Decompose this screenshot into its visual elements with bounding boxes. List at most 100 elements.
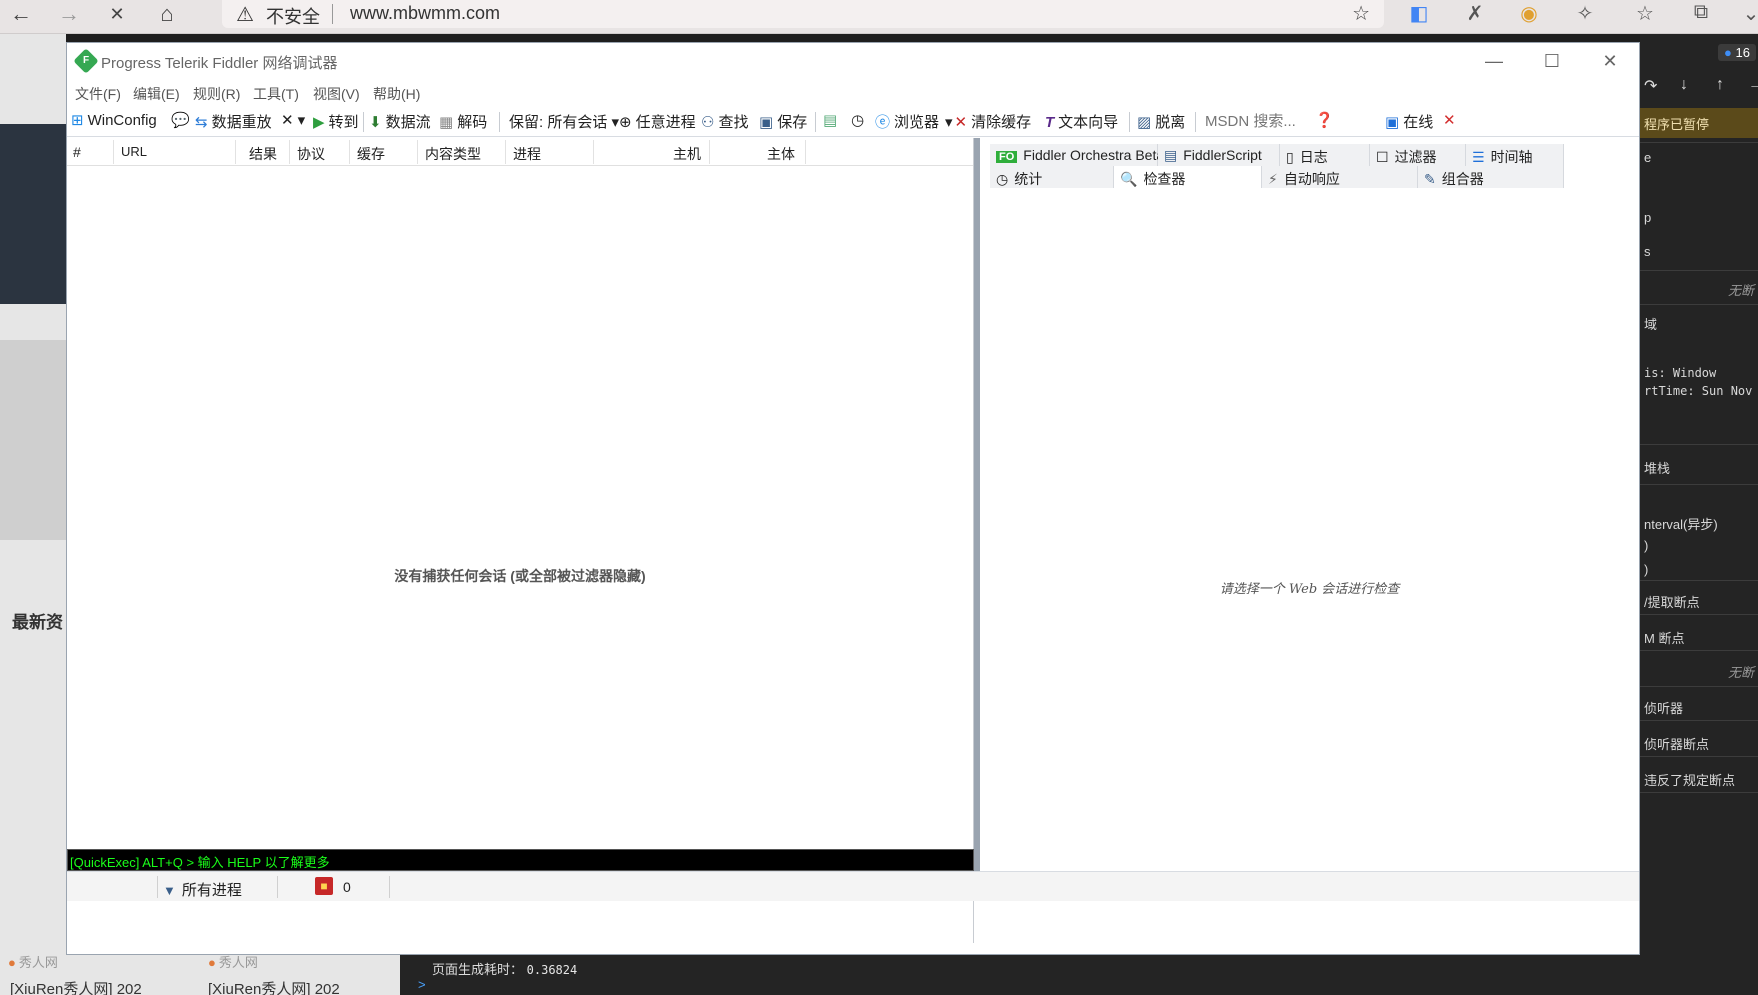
tab-label: 日志	[1299, 149, 1328, 165]
global-listeners-section[interactable]: 侦听器	[1644, 698, 1683, 717]
column-header-host[interactable]: 主机	[673, 144, 701, 164]
online-button[interactable]: ▣ 在线	[1385, 111, 1433, 132]
tab-timeline[interactable]: ☰ 时间轴	[1466, 144, 1564, 166]
more-menu-icon[interactable]: ⌄	[1736, 1, 1758, 26]
menu-rules[interactable]: 规则(R)	[193, 84, 240, 104]
menu-tools[interactable]: 工具(T)	[253, 84, 299, 104]
menu-file[interactable]: 文件(F)	[75, 84, 121, 104]
process-filter-dropdown[interactable]: ▼ 所有进程	[163, 879, 242, 900]
scope-section[interactable]: 域	[1644, 314, 1657, 333]
status-separator	[389, 876, 390, 898]
address-bar[interactable]: ⚠ 不安全 www.mbwmm.com ☆	[222, 0, 1384, 28]
find-button[interactable]: ⚇ 查找	[701, 111, 748, 132]
issues-badge[interactable]: ● 16	[1718, 44, 1756, 61]
csp-violation-breakpoints-section[interactable]: 违反了规定断点	[1644, 770, 1735, 789]
menu-help[interactable]: 帮助(H)	[373, 84, 420, 104]
clear-cache-icon: ✕	[954, 114, 968, 131]
any-process-button[interactable]: ⊕ 任意进程	[619, 111, 696, 132]
step-icon[interactable]: →	[1748, 76, 1758, 94]
menu-edit[interactable]: 编辑(E)	[133, 84, 180, 104]
tab-composer[interactable]: ✎ 组合器	[1418, 166, 1564, 188]
tearoff-button[interactable]: ▨ 脱离	[1137, 111, 1185, 132]
forward-button[interactable]: →	[52, 0, 86, 30]
stream-button[interactable]: ⬇ 数据流	[369, 111, 431, 132]
column-header-number[interactable]: #	[73, 144, 81, 160]
dom-breakpoints-section[interactable]: M 断点	[1644, 628, 1684, 647]
background-image-block	[0, 340, 66, 540]
home-button[interactable]: ⌂	[150, 0, 184, 30]
color-extension-icon[interactable]: ◉	[1514, 1, 1544, 26]
winconfig-button[interactable]: ⊞ WinConfig	[71, 111, 157, 129]
column-header-url[interactable]: URL	[121, 144, 147, 159]
goto-button[interactable]: ▶ 转到	[313, 111, 359, 132]
url-text[interactable]: www.mbwmm.com	[350, 3, 500, 24]
save-button[interactable]: ▣ 保存	[759, 111, 807, 132]
stack-frame[interactable]: )	[1644, 562, 1648, 577]
clear-cache-button[interactable]: ▾ ✕ 清除缓存	[945, 111, 1031, 132]
text-wizard-button[interactable]: T 文本向导	[1045, 111, 1118, 132]
tab-statistics[interactable]: ◷ 统计	[990, 166, 1114, 188]
windows-icon: ⊞	[71, 112, 84, 129]
add-favorite-icon[interactable]: ☆	[1352, 1, 1370, 26]
tab-filters[interactable]: ☐ 过滤器	[1370, 144, 1466, 166]
stack-frame[interactable]: )	[1644, 538, 1648, 553]
tab-label: 统计	[1014, 171, 1043, 187]
column-header-result[interactable]: 结果	[249, 144, 277, 164]
browse-button[interactable]: ⓔ 浏览器	[875, 111, 939, 132]
collections-icon[interactable]: ⧉	[1686, 1, 1716, 24]
help-icon[interactable]: ❓	[1315, 111, 1334, 129]
tab-inspectors[interactable]: 🔍 检查器	[1114, 166, 1262, 188]
call-stack-section[interactable]: 堆栈	[1644, 458, 1670, 477]
close-button[interactable]: ✕	[1581, 43, 1639, 81]
decode-label: 解码	[457, 114, 488, 131]
article-source-label: 秀人网	[18, 955, 58, 970]
column-header-caching[interactable]: 缓存	[357, 144, 385, 164]
comment-icon[interactable]: 💬	[171, 111, 190, 129]
event-listener-breakpoints-section[interactable]: 侦听器断点	[1644, 734, 1709, 753]
timer-icon[interactable]: ◷	[851, 111, 864, 129]
devtools-divider	[1640, 444, 1758, 445]
online-label: 在线	[1403, 114, 1434, 131]
tab-autoresponder[interactable]: ⚡ 自动响应	[1262, 166, 1418, 188]
tab-fiddler-orchestra[interactable]: FO Fiddler Orchestra Beta	[990, 144, 1164, 166]
minimize-button[interactable]: —	[1465, 43, 1523, 81]
article-title-link[interactable]: [XiuRen秀人网] 202	[10, 978, 142, 995]
tab-row-bottom: ◷ 统计 🔍 检查器 ⚡ 自动响应 ✎ 组合器	[980, 166, 1639, 188]
stream-label: 数据流	[385, 114, 431, 131]
column-header-protocol[interactable]: 协议	[297, 144, 325, 164]
step-out-icon[interactable]: ↑	[1716, 76, 1724, 94]
maximize-button[interactable]: ☐	[1523, 43, 1581, 81]
favorites-icon[interactable]: ☆	[1630, 1, 1660, 26]
sessions-list[interactable]: # URL 结果 协议 缓存 内容类型 进程 主机 主体 没有捕获任何会话 (或…	[67, 138, 974, 943]
remove-x-icon: ✕	[281, 112, 294, 129]
column-header-process[interactable]: 进程	[513, 144, 541, 164]
close-online-icon[interactable]: ✕	[1443, 111, 1456, 129]
inspector-empty-message: 请选择一个 Web 会话进行检查	[1219, 582, 1400, 597]
translate-extension-icon[interactable]: ◧	[1404, 1, 1434, 26]
extensions-puzzle-icon[interactable]: ✧	[1570, 1, 1600, 26]
background-banner	[0, 124, 66, 304]
screenshot-icon[interactable]: ▤	[823, 111, 837, 129]
step-over-icon[interactable]: ↷	[1644, 76, 1657, 96]
step-into-icon[interactable]: ↓	[1680, 76, 1688, 94]
quickexec-input[interactable]: [QuickExec] ALT+Q > 输入 HELP 以了解更多	[67, 849, 974, 871]
column-header-content-type[interactable]: 内容类型	[425, 144, 481, 164]
article-title-link[interactable]: [XiuRen秀人网] 202	[208, 978, 340, 995]
xhr-breakpoints-section[interactable]: /提取断点	[1644, 592, 1700, 611]
tab-fiddlerscript[interactable]: ▤ FiddlerScript	[1158, 144, 1280, 166]
back-button[interactable]: ←	[4, 0, 38, 30]
tab-log[interactable]: ▯ 日志	[1280, 144, 1370, 166]
replay-button[interactable]: ⇆ 数据重放	[195, 111, 272, 132]
paused-banner: 程序已暂停	[1640, 108, 1758, 138]
column-header-body[interactable]: 主体	[767, 144, 795, 164]
remove-button[interactable]: ✕ ▾	[281, 111, 305, 129]
capture-stopped-icon[interactable]: ■	[315, 877, 333, 895]
x-extension-icon[interactable]: ✗	[1460, 1, 1490, 26]
stop-loading-button[interactable]: ✕	[100, 0, 134, 30]
menu-view[interactable]: 视图(V)	[313, 84, 360, 104]
console-prompt[interactable]: >	[418, 977, 426, 992]
title-bar: F Progress Telerik Fiddler 网络调试器 — ☐ ✕	[67, 43, 1639, 81]
msdn-search-input[interactable]	[1201, 109, 1311, 133]
keep-sessions-dropdown[interactable]: 保留: 所有会话 ▾	[509, 111, 619, 132]
decode-button[interactable]: ▦ 解码	[439, 111, 487, 132]
